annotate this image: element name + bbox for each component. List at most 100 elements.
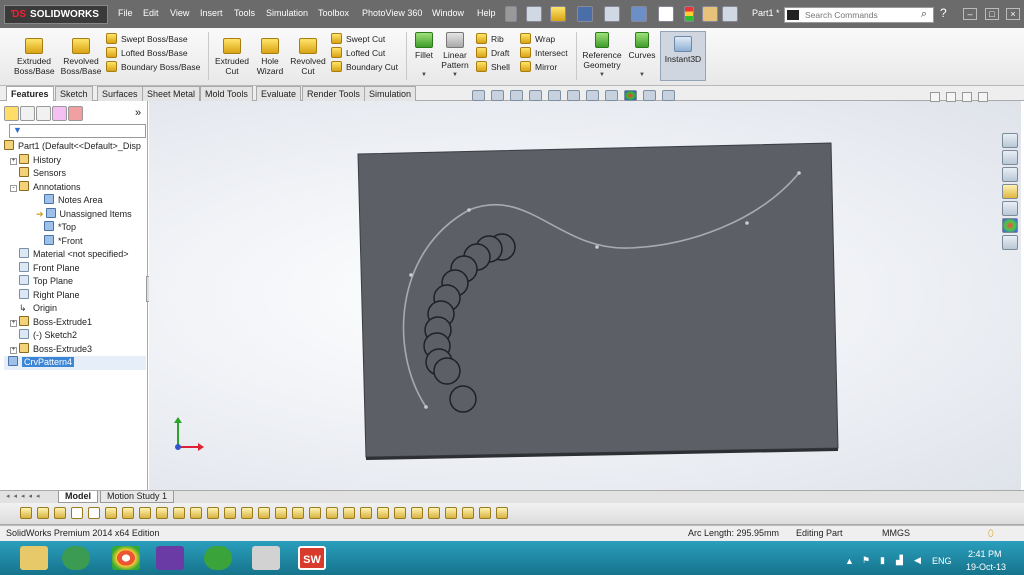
revolved-cut-button[interactable]: Revolved Cut (288, 38, 328, 76)
expand-icon[interactable]: + (10, 346, 17, 354)
linear-pattern-dropdown-icon[interactable]: ▼ (438, 70, 472, 80)
swept-cut-button[interactable]: Swept Cut (331, 32, 398, 46)
menu-insert[interactable]: Insert (200, 8, 223, 18)
browser-taskbar-icon[interactable] (62, 546, 90, 570)
zoom-to-fit-icon[interactable] (472, 90, 485, 101)
file-explorer-icon[interactable] (1002, 167, 1018, 182)
zoom-to-area-icon[interactable] (491, 90, 504, 101)
units-selector[interactable]: MMGS (882, 526, 910, 541)
menu-help[interactable]: Help (477, 8, 496, 18)
revolved-boss-button[interactable]: Revolved Boss/Base (58, 38, 104, 76)
hide-show-icon[interactable] (605, 90, 618, 101)
tab-motion-study[interactable]: Motion Study 1 (100, 491, 175, 503)
tree-top-view[interactable]: *Top (4, 221, 146, 235)
tree-front-view[interactable]: *Front (4, 234, 146, 249)
new-icon[interactable] (526, 6, 542, 22)
flag-icon[interactable]: ⚑ (862, 555, 870, 566)
custom-properties-icon[interactable] (1002, 235, 1018, 250)
panel-expand-icon[interactable]: » (135, 107, 141, 119)
file-explorer-taskbar-icon[interactable] (20, 546, 48, 570)
tab-mold-tools[interactable]: Mold Tools (200, 86, 253, 101)
select-tool-icon[interactable] (71, 507, 83, 519)
collapse-icon[interactable]: - (10, 184, 17, 192)
tangent-icon[interactable] (326, 507, 338, 519)
configuration-manager-tab-icon[interactable] (36, 106, 51, 121)
fillet-dropdown-icon[interactable]: ▼ (410, 70, 438, 80)
tab-features[interactable]: Features (6, 86, 54, 101)
tree-front-plane[interactable]: Front Plane (4, 261, 146, 276)
menu-window[interactable]: Window (432, 8, 464, 18)
mirror-button[interactable]: Mirror (520, 60, 568, 74)
minimize-button[interactable]: – (963, 8, 977, 20)
tab-scroll-icons[interactable]: ◂◂◂◂◂ (6, 492, 44, 500)
network-icon[interactable]: ▮ (880, 555, 885, 566)
perpendicular-icon[interactable] (360, 507, 372, 519)
linear-pattern-button[interactable]: Linear Pattern ▼ (438, 32, 472, 80)
tab-sketch[interactable]: Sketch (55, 86, 93, 101)
swept-boss-button[interactable]: Swept Boss/Base (106, 32, 200, 46)
pin-icon[interactable] (505, 6, 517, 22)
cursor-icon[interactable] (88, 507, 100, 519)
options-icon[interactable] (722, 6, 738, 22)
seed-cut[interactable] (449, 385, 477, 413)
lofted-cut-button[interactable]: Lofted Cut (331, 46, 398, 60)
view-palette-icon[interactable] (1002, 201, 1018, 216)
menu-edit[interactable]: Edit (143, 8, 159, 18)
menu-view[interactable]: View (170, 8, 189, 18)
dimxpert-tab-icon[interactable] (52, 106, 67, 121)
search-commands[interactable]: Search Commands ⌕ (784, 7, 934, 23)
chrome-taskbar-icon[interactable] (112, 546, 140, 570)
tree-boss-extrude1[interactable]: + Boss-Extrude1 (4, 315, 146, 330)
feature-manager-tab-icon[interactable] (4, 106, 19, 121)
wrap-button[interactable]: Wrap (520, 32, 568, 46)
part-model[interactable] (149, 101, 1021, 490)
lofted-boss-button[interactable]: Lofted Boss/Base (106, 46, 200, 60)
fix-icon[interactable] (139, 507, 151, 519)
tab-sheet-metal[interactable]: Sheet Metal (142, 86, 201, 101)
reference-geometry-button[interactable]: Reference Geometry ▼ (580, 32, 624, 80)
select-icon[interactable] (658, 6, 674, 22)
intersect-button[interactable]: Intersect (520, 46, 568, 60)
pierce-icon[interactable] (462, 507, 474, 519)
display-manager-tab-icon[interactable] (68, 106, 83, 121)
curves-dropdown-icon[interactable]: ▼ (626, 70, 658, 80)
pan-icon[interactable] (54, 507, 66, 519)
draft-button[interactable]: Draft (476, 46, 510, 60)
parallel-icon[interactable] (343, 507, 355, 519)
file-properties-icon[interactable] (702, 6, 718, 22)
utorrent-taskbar-icon[interactable] (204, 546, 232, 570)
volume-icon[interactable]: ◀ (914, 555, 921, 566)
mirror-entities-icon[interactable] (207, 507, 219, 519)
curves-button[interactable]: Curves ▼ (626, 32, 658, 80)
fillet-button[interactable]: Fillet ▼ (410, 32, 438, 80)
solidworks-taskbar-icon[interactable]: SW (298, 546, 326, 570)
tree-unassigned-items[interactable]: ➔ Unassigned Items (4, 207, 146, 222)
rebuild-status-icon[interactable]: ⬯ (988, 526, 994, 541)
trim-icon[interactable] (173, 507, 185, 519)
language-indicator[interactable]: ENG (932, 556, 952, 566)
horizontal-icon[interactable] (292, 507, 304, 519)
property-manager-tab-icon[interactable] (20, 106, 35, 121)
vertical-icon[interactable] (309, 507, 321, 519)
boundary-cut-button[interactable]: Boundary Cut (331, 60, 398, 74)
tab-simulation[interactable]: Simulation (364, 86, 417, 101)
convert-entities-icon[interactable] (224, 507, 236, 519)
menu-photoview[interactable]: PhotoView 360 (362, 8, 422, 18)
relations-icon[interactable] (122, 507, 134, 519)
tree-sketch2[interactable]: (-) Sketch2 (4, 329, 146, 343)
hole-wizard-button[interactable]: Hole Wizard (252, 38, 288, 76)
reference-geometry-dropdown-icon[interactable]: ▼ (580, 70, 624, 80)
tree-filter[interactable]: ▼ (9, 124, 146, 138)
equal-icon[interactable] (377, 507, 389, 519)
shell-button[interactable]: Shell (476, 60, 510, 74)
merge-icon[interactable] (479, 507, 491, 519)
coincident-icon[interactable] (275, 507, 287, 519)
menu-tools[interactable]: Tools (234, 8, 255, 18)
signal-icon[interactable]: ▟ (896, 555, 903, 566)
design-library-icon[interactable] (1002, 150, 1018, 165)
tree-root[interactable]: Part1 (Default<<Default>_Disp (4, 140, 146, 154)
tree-crv-pattern4[interactable]: CrvPattern4 (4, 356, 146, 370)
rib-button[interactable]: Rib (476, 32, 510, 46)
midpoint-icon[interactable] (394, 507, 406, 519)
tab-model[interactable]: Model (58, 491, 98, 503)
